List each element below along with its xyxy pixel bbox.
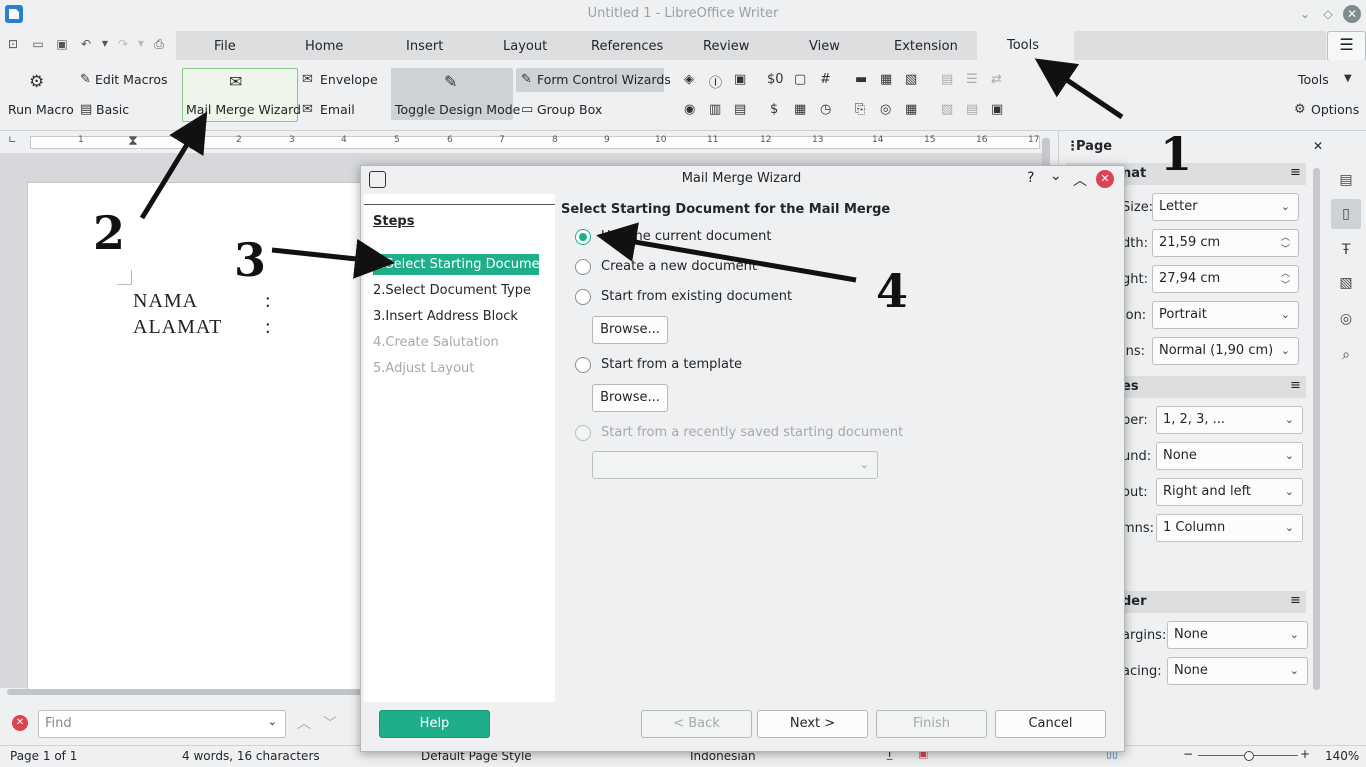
- annotation-arrows: [139, 58, 1124, 283]
- annotation-number-4: 4: [876, 264, 909, 318]
- arrow-2: [139, 111, 208, 220]
- arrow-1: [1034, 58, 1124, 120]
- annotation-number-2: 2: [93, 206, 126, 260]
- annotation-number-1: 1: [1160, 127, 1193, 181]
- arrow-4: [596, 222, 857, 283]
- annotation-number-3: 3: [234, 233, 267, 287]
- arrow-3: [271, 238, 395, 279]
